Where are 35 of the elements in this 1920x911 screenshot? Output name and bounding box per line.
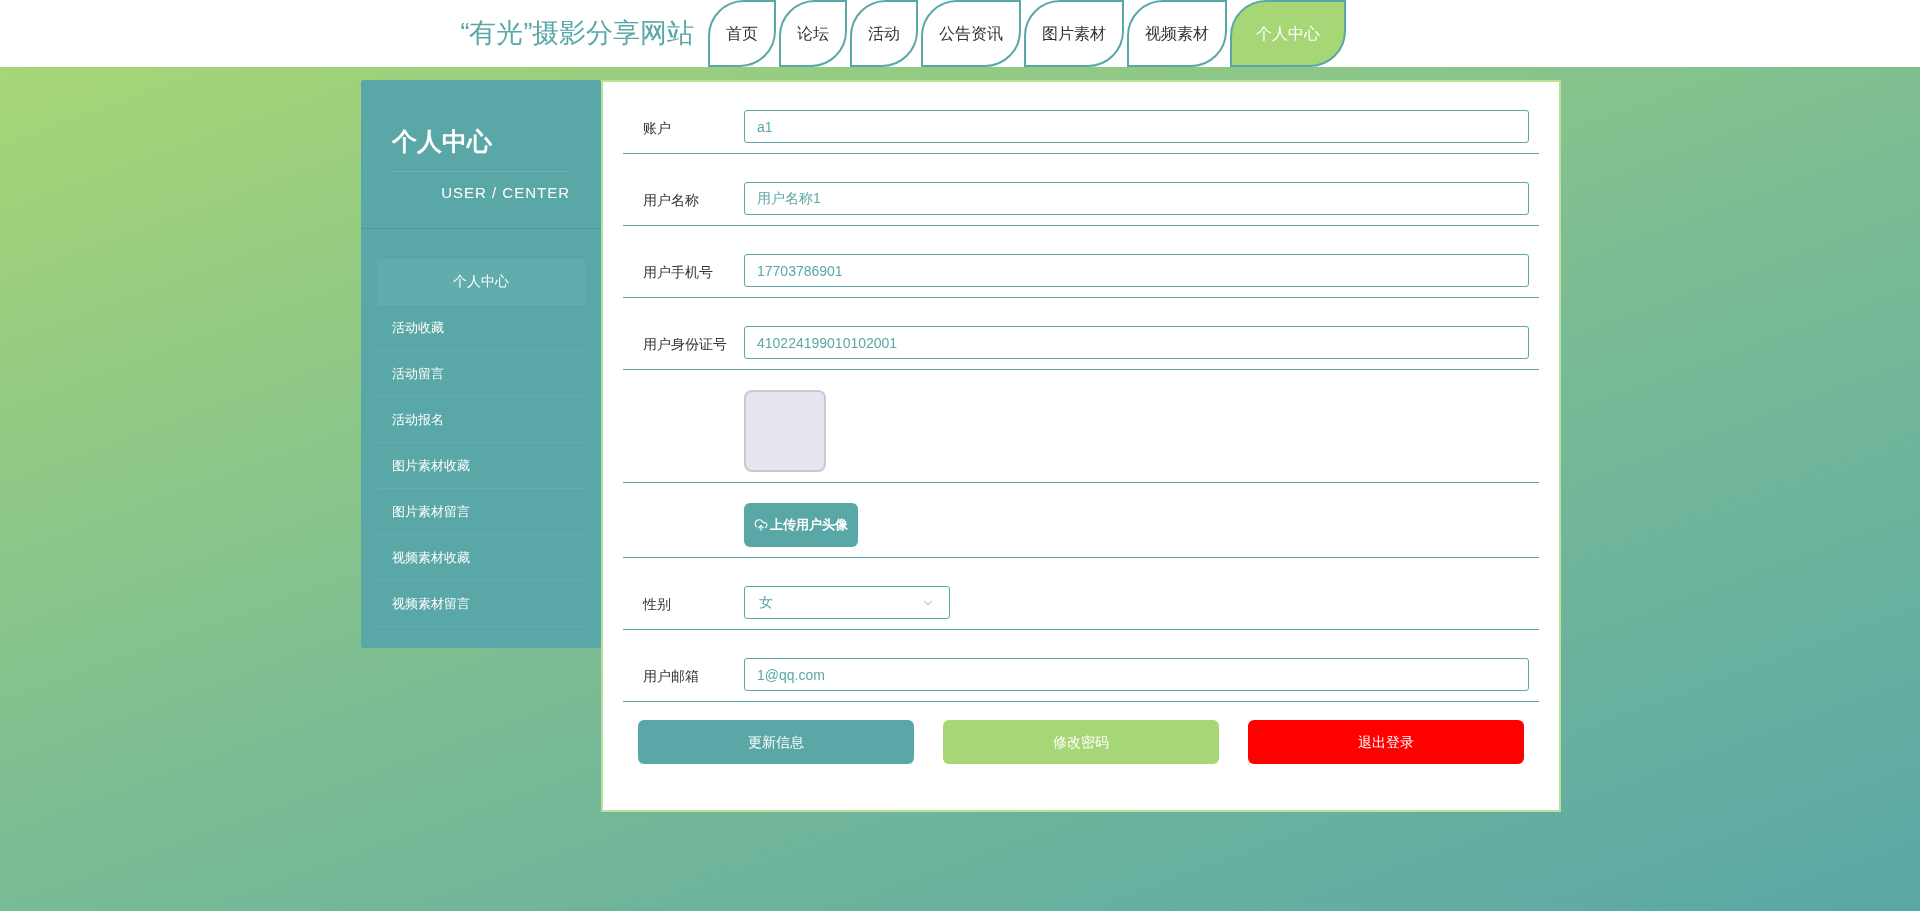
nav-tab[interactable]: 个人中心	[1230, 0, 1347, 67]
nav-tab[interactable]: 视频素材	[1127, 0, 1228, 67]
sidebar-item[interactable]: 图片素材留言	[377, 489, 585, 535]
nav-tab[interactable]: 论坛	[779, 0, 848, 67]
sidebar-item[interactable]: 活动留言	[377, 351, 585, 397]
gender-select[interactable]: 女	[744, 586, 950, 619]
sidebar-item[interactable]: 活动报名	[377, 397, 585, 443]
action-button[interactable]: 修改密码	[943, 720, 1219, 764]
field-label: 用户手机号	[643, 264, 713, 280]
cloud-upload-icon	[754, 518, 768, 532]
field-label: 用户邮箱	[643, 668, 699, 684]
sidebar-title: 个人中心	[392, 123, 570, 172]
text-field[interactable]: 17703786901	[744, 254, 1529, 287]
nav-tab[interactable]: 活动	[850, 0, 919, 67]
nav-tab[interactable]: 公告资讯	[921, 0, 1022, 67]
action-button[interactable]: 更新信息	[638, 720, 914, 764]
sidebar-item[interactable]: 视频素材收藏	[377, 535, 585, 581]
action-button[interactable]: 退出登录	[1248, 720, 1524, 764]
nav-tab[interactable]: 首页	[708, 0, 777, 67]
nav-tab[interactable]: 图片素材	[1024, 0, 1125, 67]
upload-avatar-button[interactable]: 上传用户头像	[744, 503, 858, 547]
field-label: 账户	[643, 120, 671, 136]
text-field[interactable]: 用户名称1	[744, 182, 1529, 215]
sidebar-item[interactable]: 活动收藏	[377, 305, 585, 351]
field-label: 用户名称	[643, 192, 699, 208]
sidebar-item[interactable]: 个人中心	[377, 259, 585, 305]
field-label: 性别	[643, 596, 671, 612]
text-field[interactable]: a1	[744, 110, 1529, 143]
sidebar-subtitle: USER / CENTER	[440, 182, 570, 203]
site-title: “有光”摄影分享网站	[460, 17, 695, 51]
text-field[interactable]: 1@qq.com	[744, 658, 1529, 691]
sidebar-item[interactable]: 视频素材留言	[377, 581, 585, 627]
sidebar-item[interactable]: 图片素材收藏	[377, 443, 585, 489]
field-label: 用户身份证号	[643, 336, 727, 352]
text-field[interactable]: 410224199010102001	[744, 326, 1529, 359]
